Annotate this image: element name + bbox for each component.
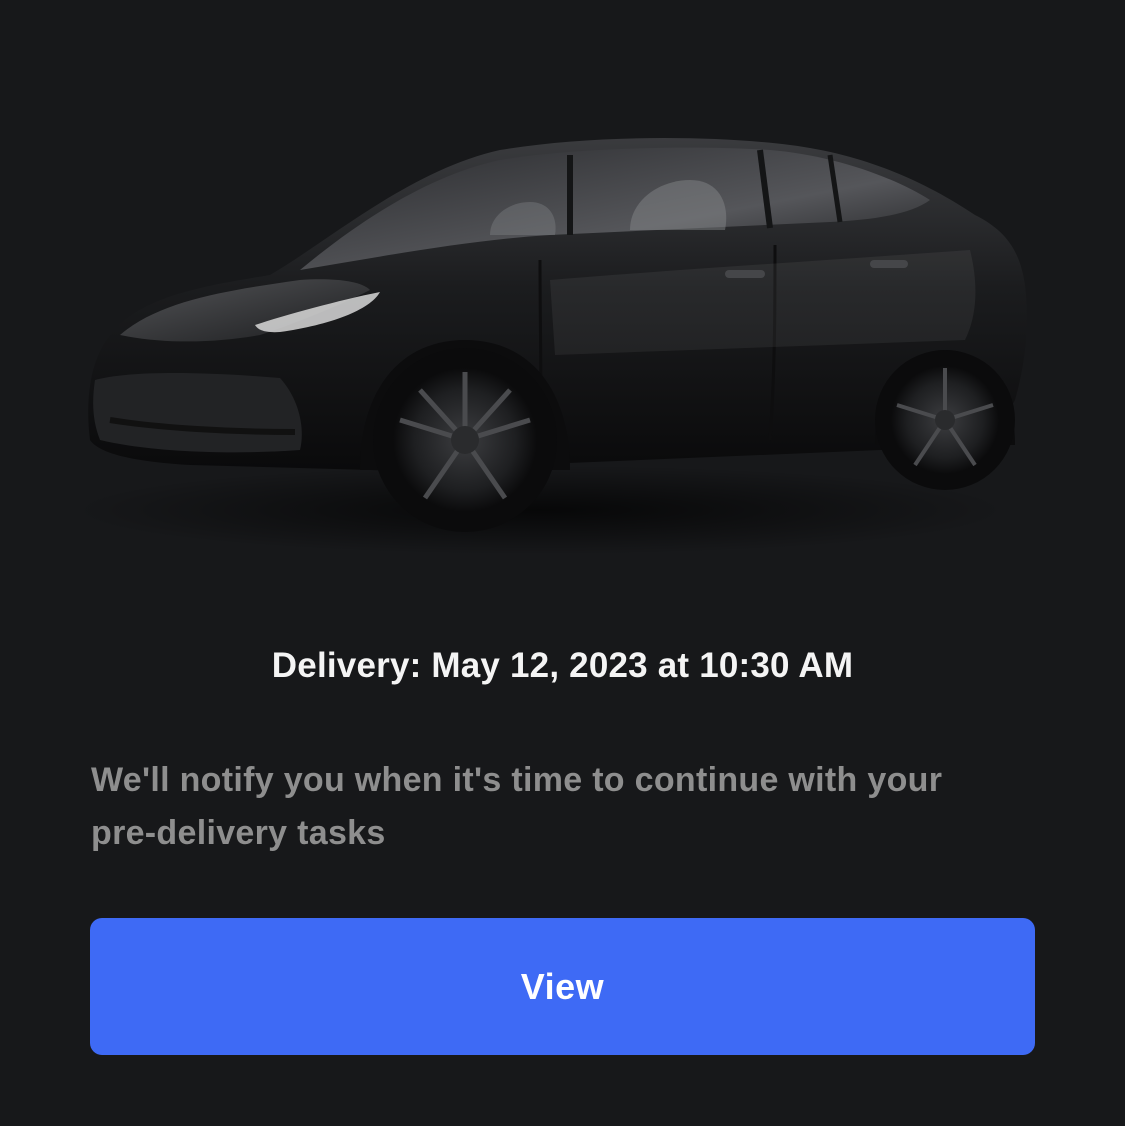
car-image	[70, 138, 1027, 555]
delivery-card: Delivery: May 12, 2023 at 10:30 AM We'll…	[0, 0, 1125, 1126]
notification-message: We'll notify you when it's time to conti…	[91, 761, 943, 852]
view-button[interactable]: View	[90, 918, 1035, 1055]
delivery-date-title: Delivery: May 12, 2023 at 10:30 AM	[271, 646, 854, 685]
